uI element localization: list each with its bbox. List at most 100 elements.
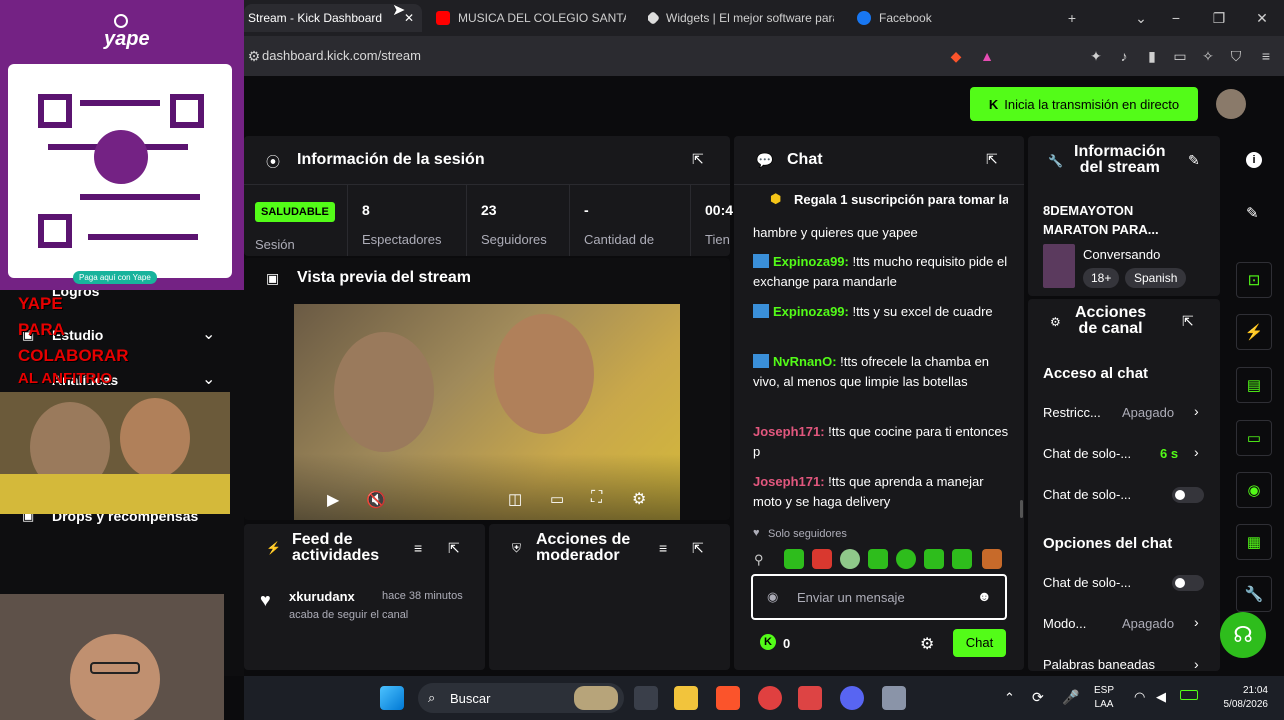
chat-button[interactable]: ▭ xyxy=(1236,420,1272,456)
close-window-icon[interactable]: ✕ xyxy=(1254,10,1270,26)
site-settings-icon[interactable]: ⚙ xyxy=(246,48,262,64)
fullscreen-icon[interactable]: ⛶ xyxy=(591,489,602,507)
chat-username[interactable]: Joseph171: xyxy=(753,474,825,489)
volume-icon[interactable]: ◀ xyxy=(1156,689,1166,705)
wifi-icon[interactable]: ◠ xyxy=(1134,689,1145,705)
theater-icon[interactable]: ▭ xyxy=(550,490,564,508)
file-explorer-icon[interactable] xyxy=(674,686,698,710)
edit-icon[interactable]: ✎ xyxy=(1246,204,1259,222)
followers-mode-toggle[interactable] xyxy=(1172,487,1204,503)
mode-row-label[interactable]: Modo... xyxy=(1043,616,1086,631)
filter-icon[interactable]: ≡ xyxy=(414,540,422,556)
wrench-button[interactable]: 🔧 xyxy=(1236,576,1272,612)
maximize-icon[interactable]: ❐ xyxy=(1211,10,1227,26)
document-button[interactable]: ▤ xyxy=(1236,367,1272,403)
chevron-down-icon[interactable]: ⌄ xyxy=(202,324,215,344)
chat-username[interactable]: Expinoza99: xyxy=(773,254,849,269)
info-icon[interactable]: i xyxy=(1246,152,1262,168)
support-headset-button[interactable]: ☊ xyxy=(1220,612,1266,658)
emote-mode-toggle[interactable] xyxy=(1172,575,1204,591)
brave-rewards-icon[interactable]: ▲ xyxy=(979,48,995,64)
banned-words-row-label[interactable]: Palabras baneadas xyxy=(1043,657,1155,670)
emote-icon[interactable] xyxy=(982,549,1002,569)
edit-icon[interactable]: ✎ xyxy=(1188,152,1200,169)
chevron-down-icon[interactable]: ⌄ xyxy=(202,369,215,389)
popout-icon[interactable]: ⇱ xyxy=(692,540,704,557)
pin-icon[interactable]: ⚲ xyxy=(754,552,764,568)
battery-icon[interactable] xyxy=(1180,690,1198,700)
followers-mode-row-label[interactable]: Chat de solo-... xyxy=(1043,487,1131,502)
emote-icon[interactable] xyxy=(840,549,860,569)
points-icon[interactable]: K xyxy=(760,634,776,650)
chevron-right-icon[interactable]: › xyxy=(1194,444,1199,460)
chat-username[interactable]: Expinoza99: xyxy=(773,304,849,319)
app-icon[interactable] xyxy=(798,686,822,710)
brave-shield-icon[interactable]: ◆ xyxy=(948,48,964,64)
go-live-button[interactable]: K Inicia la transmisión en directo xyxy=(970,87,1198,121)
close-tab-icon[interactable]: ✕ xyxy=(404,11,414,25)
screenshot-button[interactable]: ⊡ xyxy=(1236,262,1272,298)
avatar[interactable] xyxy=(1216,89,1246,119)
tab-widgets[interactable]: Widgets | El mejor software para xyxy=(648,4,834,32)
settings-app-icon[interactable] xyxy=(882,686,906,710)
emote-icon[interactable] xyxy=(812,549,832,569)
brave-icon[interactable] xyxy=(716,686,740,710)
chevron-down-icon[interactable]: ⌄ xyxy=(1133,10,1149,26)
popout-icon[interactable]: ⇱ xyxy=(986,151,998,168)
raid-button[interactable]: ⚡ xyxy=(1236,314,1272,350)
chat-scrollbar[interactable] xyxy=(1020,500,1023,518)
sidebar-icon[interactable]: ▮ xyxy=(1144,48,1160,64)
wallet-icon[interactable]: ▭ xyxy=(1172,48,1188,64)
stream-preview-video[interactable] xyxy=(294,304,680,520)
emote-icon[interactable] xyxy=(896,549,916,569)
emote-mode-row-label[interactable]: Chat de solo-... xyxy=(1043,575,1131,590)
mute-icon[interactable]: 🔇 xyxy=(366,490,386,510)
chat-username[interactable]: Joseph171: xyxy=(753,424,825,439)
play-icon[interactable]: ▶ xyxy=(327,490,339,510)
minimize-icon[interactable]: − xyxy=(1168,10,1184,26)
layout-button[interactable]: ▦ xyxy=(1236,524,1272,560)
clip-icon[interactable]: ◫ xyxy=(508,490,522,508)
leo-icon[interactable]: ✧ xyxy=(1200,48,1216,64)
chat-username[interactable]: NvRnanO: xyxy=(773,354,837,369)
emoji-icon[interactable]: ☻ xyxy=(977,588,992,604)
filter-icon[interactable]: ≡ xyxy=(659,540,667,556)
url-field[interactable]: dashboard.kick.com/stream xyxy=(262,48,421,63)
discord-icon[interactable] xyxy=(840,686,864,710)
popout-icon[interactable]: ⇱ xyxy=(1182,313,1194,330)
tab-facebook[interactable]: Facebook xyxy=(857,4,967,32)
microphone-icon[interactable]: 🎤 xyxy=(1062,689,1079,706)
slow-mode-row-label[interactable]: Chat de solo-... xyxy=(1043,446,1131,461)
music-icon[interactable]: ♪ xyxy=(1116,48,1132,64)
pinned-message[interactable]: Regala 1 suscripción para tomar la xyxy=(794,192,1008,207)
extensions-icon[interactable]: ✦ xyxy=(1088,48,1104,64)
broadcast-button[interactable]: ◉ xyxy=(1236,472,1272,508)
sync-icon[interactable]: ⟳ xyxy=(1032,689,1044,706)
category-label[interactable]: Conversando xyxy=(1083,247,1160,262)
new-tab-icon[interactable]: + xyxy=(1064,10,1080,26)
chat-settings-icon[interactable]: ⚙ xyxy=(920,634,934,654)
popout-icon[interactable]: ⇱ xyxy=(692,151,704,168)
chat-input[interactable]: ◉ Enviar un mensaje ☻ xyxy=(751,574,1007,620)
clock[interactable]: 21:04 5/08/2026 xyxy=(1212,684,1269,712)
emote-icon[interactable] xyxy=(924,549,944,569)
obs-icon[interactable] xyxy=(758,686,782,710)
send-chat-button[interactable]: Chat xyxy=(953,629,1006,657)
menu-icon[interactable]: ≡ xyxy=(1258,48,1274,64)
taskbar-search[interactable]: ⌕ Buscar xyxy=(418,683,624,713)
windows-start-icon[interactable] xyxy=(380,686,404,710)
settings-icon[interactable]: ⚙ xyxy=(632,489,646,509)
chevron-right-icon[interactable]: › xyxy=(1194,614,1199,630)
chevron-right-icon[interactable]: › xyxy=(1194,656,1199,670)
feed-user[interactable]: xkurudanx xyxy=(289,589,355,604)
emote-icon[interactable] xyxy=(784,549,804,569)
restriction-row-label[interactable]: Restricc... xyxy=(1043,405,1101,420)
vpn-icon[interactable]: ⛉ xyxy=(1228,48,1244,64)
tab-youtube[interactable]: MUSICA DEL COLEGIO SANTA M xyxy=(436,4,626,32)
emote-icon[interactable] xyxy=(868,549,888,569)
chevron-right-icon[interactable]: › xyxy=(1194,403,1199,419)
tray-chevron-icon[interactable]: ⌃ xyxy=(1004,690,1015,706)
popout-icon[interactable]: ⇱ xyxy=(448,540,460,557)
language-indicator[interactable]: ESP LAA xyxy=(1094,684,1114,712)
task-view-icon[interactable] xyxy=(634,686,658,710)
